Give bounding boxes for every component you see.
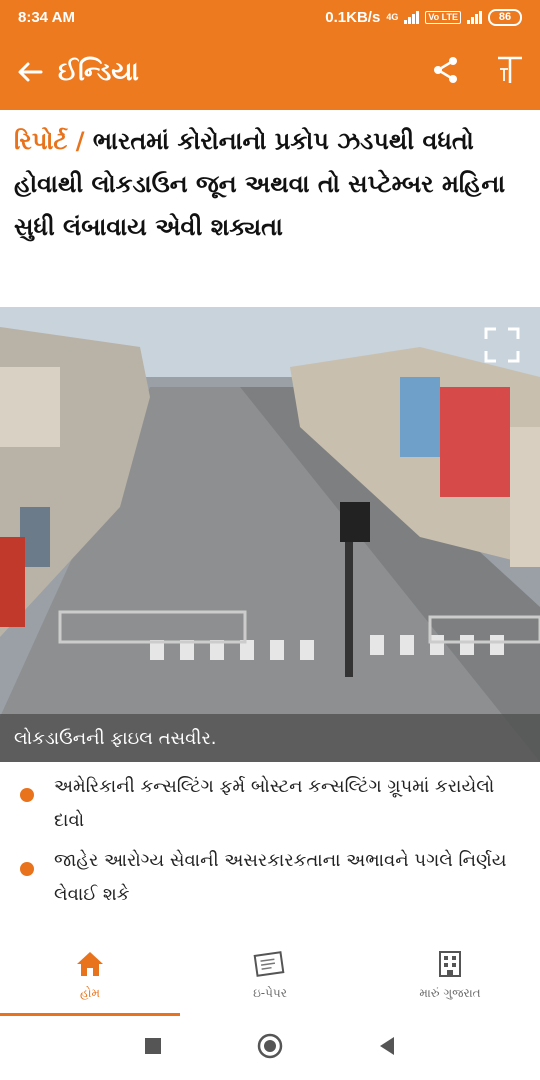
- nav-item-my-gujarat[interactable]: મારું ગુજરાત: [360, 940, 540, 1016]
- recents-icon[interactable]: [144, 1037, 162, 1059]
- page-title: ઈન્ડિયા: [58, 56, 139, 87]
- status-bar: 8:34 AM 0.1KB/s 4G Vo LTE 86: [0, 0, 540, 34]
- network-type: 4G: [386, 12, 399, 22]
- article-image[interactable]: લોકડાઉનની ફાઇલ તસવીર.: [0, 307, 540, 762]
- street-photo: [0, 307, 540, 762]
- headline-tag[interactable]: રિપોર્ટ /: [14, 127, 85, 155]
- nav-label-home: હોમ: [79, 986, 100, 1000]
- highlight-item: અમેરિકાની કન્સલ્ટિંગ ફર્મ બોસ્ટન કન્સલ્ટ…: [20, 770, 530, 838]
- battery-icon: 86: [488, 8, 522, 26]
- epaper-icon: [253, 950, 287, 982]
- nav-label-epaper: ઇ-પેપર: [253, 986, 287, 1000]
- fullscreen-icon[interactable]: [484, 327, 520, 363]
- network-speed: 0.1KB/s: [325, 8, 381, 26]
- image-caption: લોકડાઉનની ફાઇલ તસવીર.: [0, 714, 540, 762]
- share-icon[interactable]: [432, 56, 460, 88]
- status-indicators: 0.1KB/s 4G Vo LTE 86: [325, 8, 522, 26]
- font-size-icon[interactable]: [496, 55, 524, 89]
- back-arrow-icon[interactable]: [16, 58, 44, 86]
- nav-item-home[interactable]: હોમ: [0, 940, 180, 1016]
- system-navigation-bar: [0, 1016, 540, 1080]
- bottom-navigation: હોમ ઇ-પેપર મારું ગુજરાત: [0, 940, 540, 1016]
- building-icon: [436, 950, 464, 982]
- highlight-text: અમેરિકાની કન્સલ્ટિંગ ફર્મ બોસ્ટન કન્સલ્ટ…: [54, 776, 495, 831]
- article-headline: રિપોર્ટ / ભારતમાં કોરોનાનો પ્રકોપ ઝડપથી …: [14, 120, 529, 249]
- signal-icon: [404, 10, 420, 24]
- article-highlights: અમેરિકાની કન્સલ્ટિંગ ફર્મ બોસ્ટન કન્સલ્ટ…: [20, 770, 530, 918]
- bullet-icon: [20, 862, 34, 876]
- signal-icon-2: [467, 10, 482, 24]
- volte-badge: Vo LTE: [425, 10, 461, 24]
- status-time: 8:34 AM: [18, 8, 75, 26]
- back-button-icon[interactable]: [378, 1036, 396, 1060]
- home-button-icon[interactable]: [257, 1033, 283, 1063]
- app-bar: ઈન્ડિયા: [0, 34, 540, 110]
- highlight-text: જાહેર આરોગ્ય સેવાની અસરકારકતાના અભાવને પ…: [54, 850, 507, 905]
- home-icon: [75, 950, 105, 982]
- bullet-icon: [20, 788, 34, 802]
- headline-text: ભારતમાં કોરોનાનો પ્રકોપ ઝડપથી વધતો હોવાથ…: [14, 127, 506, 241]
- highlight-item: જાહેર આરોગ્ય સેવાની અસરકારકતાના અભાવને પ…: [20, 844, 530, 912]
- battery-level: 86: [498, 11, 512, 23]
- nav-label-my-gujarat: મારું ગુજરાત: [419, 986, 481, 1000]
- nav-item-epaper[interactable]: ઇ-પેપર: [180, 940, 360, 1016]
